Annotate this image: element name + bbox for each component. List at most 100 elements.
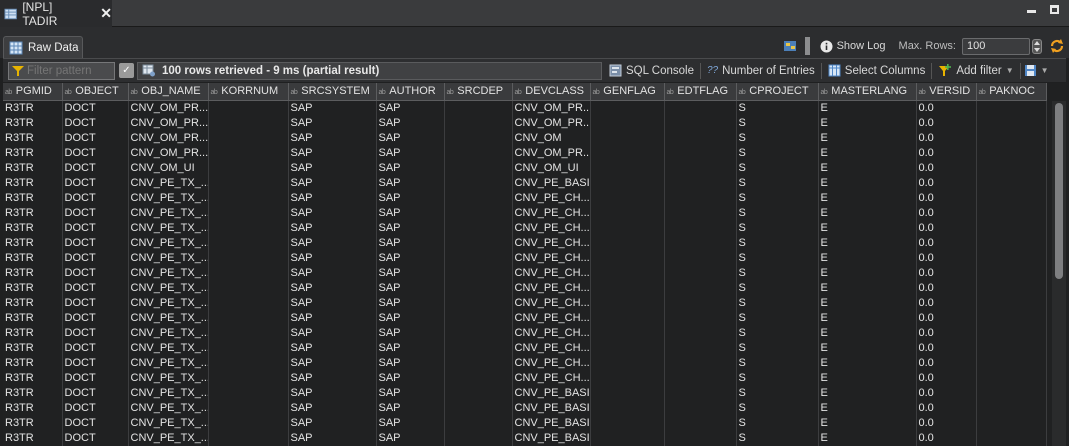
table-cell[interactable]: CNV_PE_CH... xyxy=(512,205,591,221)
table-cell[interactable] xyxy=(444,340,513,356)
table-cell[interactable]: 0.0 xyxy=(916,205,977,221)
table-cell[interactable]: DOCT xyxy=(62,205,129,221)
table-cell[interactable]: S xyxy=(736,190,819,206)
table-cell[interactable]: DOCT xyxy=(62,100,129,116)
table-row[interactable]: R3TR DOCT CNV_PE_TX_... SAP SAP CNV_PE_BASIS S… xyxy=(3,385,1047,401)
table-cell[interactable] xyxy=(208,190,289,206)
table-cell[interactable]: S xyxy=(736,370,819,386)
table-cell[interactable] xyxy=(444,235,513,251)
table-cell[interactable]: DOCT xyxy=(62,310,129,326)
table-cell[interactable] xyxy=(976,385,1047,401)
table-cell[interactable] xyxy=(208,265,289,281)
table-cell[interactable] xyxy=(976,295,1047,311)
table-cell[interactable]: SAP xyxy=(288,310,377,326)
table-cell[interactable] xyxy=(590,310,665,326)
table-cell[interactable]: CNV_PE_TX_... xyxy=(128,340,209,356)
table-cell[interactable]: CNV_OM_UI xyxy=(512,160,591,176)
table-cell[interactable] xyxy=(208,400,289,416)
table-cell[interactable]: CNV_PE_TX_... xyxy=(128,355,209,371)
table-cell[interactable]: E xyxy=(818,190,917,206)
table-cell[interactable]: SAP xyxy=(376,280,445,296)
table-cell[interactable] xyxy=(590,175,665,191)
table-cell[interactable]: CNV_PE_TX_... xyxy=(128,310,209,326)
table-cell[interactable]: CNV_OM_PR... xyxy=(512,145,591,161)
table-cell[interactable] xyxy=(976,265,1047,281)
table-cell[interactable]: E xyxy=(818,250,917,266)
table-cell[interactable]: SAP xyxy=(376,325,445,341)
table-cell[interactable]: S xyxy=(736,310,819,326)
table-cell[interactable]: R3TR xyxy=(3,250,63,266)
table-cell[interactable] xyxy=(208,430,289,446)
table-cell[interactable]: E xyxy=(818,160,917,176)
table-cell[interactable] xyxy=(664,355,737,371)
table-cell[interactable] xyxy=(444,145,513,161)
table-cell[interactable]: DOCT xyxy=(62,370,129,386)
table-cell[interactable]: R3TR xyxy=(3,400,63,416)
table-cell[interactable] xyxy=(590,400,665,416)
column-header[interactable]: ab SRCDEP xyxy=(444,83,513,101)
table-cell[interactable]: SAP xyxy=(376,235,445,251)
table-cell[interactable] xyxy=(976,355,1047,371)
table-cell[interactable]: R3TR xyxy=(3,430,63,446)
table-cell[interactable]: S xyxy=(736,340,819,356)
table-cell[interactable] xyxy=(664,310,737,326)
table-row[interactable]: R3TR DOCT CNV_PE_TX_... SAP SAP CNV_PE_CH... S… xyxy=(3,295,1047,311)
table-cell[interactable]: 0.0 xyxy=(916,340,977,356)
table-cell[interactable]: CNV_PE_CH... xyxy=(512,235,591,251)
filter-input[interactable] xyxy=(27,64,112,77)
table-cell[interactable] xyxy=(590,430,665,446)
table-cell[interactable] xyxy=(444,190,513,206)
table-cell[interactable]: CNV_PE_CH... xyxy=(512,295,591,311)
save-button[interactable]: ▼ xyxy=(1021,61,1052,81)
table-cell[interactable] xyxy=(208,280,289,296)
table-row[interactable]: R3TR DOCT CNV_PE_TX_... SAP SAP CNV_PE_BASIS S… xyxy=(3,430,1047,446)
table-cell[interactable] xyxy=(590,145,665,161)
table-cell[interactable]: CNV_PE_CH... xyxy=(512,310,591,326)
table-cell[interactable] xyxy=(444,355,513,371)
vertical-scrollbar[interactable] xyxy=(1052,101,1066,446)
table-cell[interactable] xyxy=(664,280,737,296)
table-cell[interactable]: DOCT xyxy=(62,190,129,206)
table-cell[interactable] xyxy=(976,400,1047,416)
table-cell[interactable]: E xyxy=(818,385,917,401)
table-cell[interactable]: CNV_OM_PR... xyxy=(128,115,209,131)
table-cell[interactable]: SAP xyxy=(288,100,377,116)
table-cell[interactable]: CNV_PE_CH... xyxy=(512,370,591,386)
table-cell[interactable]: SAP xyxy=(376,400,445,416)
table-cell[interactable] xyxy=(208,130,289,146)
table-cell[interactable] xyxy=(590,265,665,281)
table-cell[interactable]: SAP xyxy=(288,220,377,236)
table-cell[interactable]: CNV_PE_CH... xyxy=(512,220,591,236)
table-cell[interactable]: SAP xyxy=(288,385,377,401)
table-cell[interactable]: 0.0 xyxy=(916,130,977,146)
table-cell[interactable] xyxy=(444,430,513,446)
table-cell[interactable]: DOCT xyxy=(62,175,129,191)
table-cell[interactable] xyxy=(976,280,1047,296)
table-cell[interactable]: CNV_PE_CH... xyxy=(512,250,591,266)
table-cell[interactable]: E xyxy=(818,355,917,371)
column-header[interactable]: ab SRCSYSTEM xyxy=(288,83,377,101)
table-cell[interactable] xyxy=(976,415,1047,431)
chevron-down-icon[interactable]: ▼ xyxy=(1041,66,1049,75)
table-cell[interactable]: CNV_PE_CH... xyxy=(512,325,591,341)
table-cell[interactable]: CNV_OM xyxy=(512,130,591,146)
column-header[interactable]: ab OBJECT xyxy=(62,83,129,101)
table-cell[interactable]: SAP xyxy=(376,355,445,371)
table-cell[interactable]: SAP xyxy=(376,430,445,446)
table-cell[interactable]: SAP xyxy=(376,370,445,386)
table-cell[interactable]: CNV_PE_TX_... xyxy=(128,385,209,401)
table-cell[interactable]: CNV_PE_TX_... xyxy=(128,220,209,236)
table-cell[interactable] xyxy=(590,130,665,146)
table-cell[interactable] xyxy=(976,130,1047,146)
maximize-icon[interactable] xyxy=(1050,5,1059,14)
table-cell[interactable]: S xyxy=(736,385,819,401)
table-cell[interactable] xyxy=(444,415,513,431)
table-cell[interactable]: SAP xyxy=(376,295,445,311)
table-cell[interactable]: R3TR xyxy=(3,280,63,296)
table-cell[interactable]: E xyxy=(818,370,917,386)
chevron-down-icon[interactable]: ▼ xyxy=(1006,66,1014,75)
table-cell[interactable] xyxy=(664,250,737,266)
table-cell[interactable] xyxy=(444,160,513,176)
table-cell[interactable]: SAP xyxy=(376,340,445,356)
sql-console-button[interactable]: SQL Console xyxy=(603,61,700,81)
